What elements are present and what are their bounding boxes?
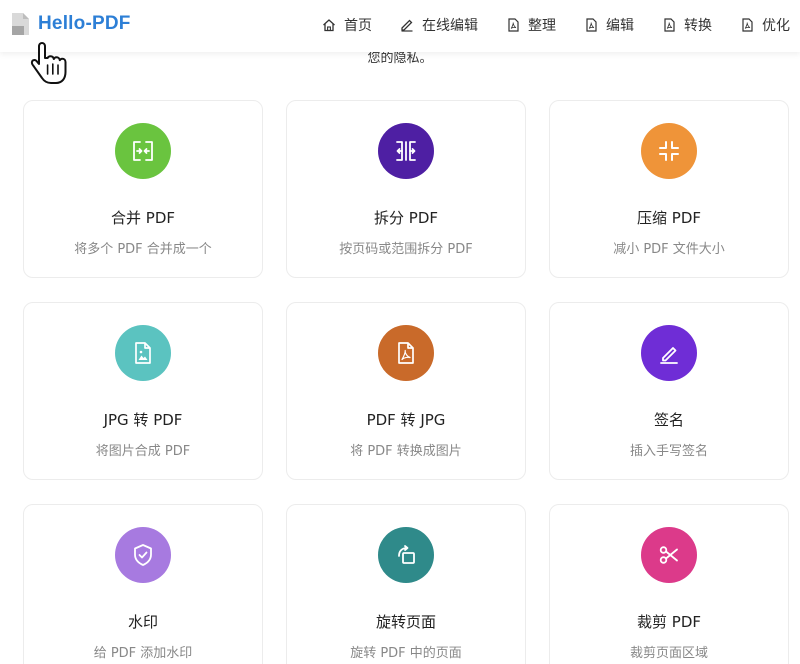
nav-item-label: 转换 <box>684 18 712 34</box>
hand-pointer-cursor-icon <box>30 40 70 86</box>
nav-item-label: 整理 <box>528 18 556 34</box>
nav-item-organize[interactable]: 整理 <box>506 15 556 35</box>
pdf-file-icon <box>740 18 754 32</box>
brand[interactable]: Hello-PDF <box>10 12 131 36</box>
tool-card-signature[interactable]: 签名 插入手写签名 <box>549 302 789 480</box>
image-file-icon <box>115 325 171 381</box>
signature-icon <box>641 325 697 381</box>
tool-title: 合并 PDF <box>111 209 175 227</box>
pdf-file-icon <box>662 18 676 32</box>
tool-title: JPG 转 PDF <box>103 411 183 429</box>
tool-card-merge[interactable]: 合并 PDF 将多个 PDF 合并成一个 <box>23 100 263 278</box>
tool-title: PDF 转 JPG <box>366 411 446 429</box>
pencil-icon <box>400 18 414 32</box>
tool-card-jpg-to-pdf[interactable]: JPG 转 PDF 将图片合成 PDF <box>23 302 263 480</box>
brand-name: Hello-PDF <box>38 13 131 34</box>
pdf-file-icon <box>378 325 434 381</box>
nav-item-label: 编辑 <box>606 18 634 34</box>
tool-card-compress[interactable]: 压缩 PDF 减小 PDF 文件大小 <box>549 100 789 278</box>
tool-description: 将 PDF 转换成图片 <box>350 444 462 459</box>
tool-description: 将多个 PDF 合并成一个 <box>74 242 212 257</box>
tool-card-split[interactable]: 拆分 PDF 按页码或范围拆分 PDF <box>286 100 526 278</box>
rotate-icon <box>378 527 434 583</box>
nav-item-online-edit[interactable]: 在线编辑 <box>400 15 478 35</box>
merge-icon <box>115 123 171 179</box>
tool-card-rotate[interactable]: 旋转页面 旋转 PDF 中的页面 <box>286 504 526 664</box>
shield-check-icon <box>115 527 171 583</box>
pdf-file-icon <box>584 18 598 32</box>
nav-item-home[interactable]: 首页 <box>322 15 372 35</box>
nav-item-label: 优化 <box>762 18 790 34</box>
tool-title: 拆分 PDF <box>374 209 438 227</box>
tool-card-watermark[interactable]: 水印 给 PDF 添加水印 <box>23 504 263 664</box>
tool-description: 按页码或范围拆分 PDF <box>339 242 473 257</box>
nav-item-edit[interactable]: 编辑 <box>584 15 634 35</box>
tool-card-crop[interactable]: 裁剪 PDF 裁剪页面区域 <box>549 504 789 664</box>
tool-description: 旋转 PDF 中的页面 <box>350 646 462 661</box>
nav-item-label: 在线编辑 <box>422 18 478 34</box>
nav-item-label: 首页 <box>344 18 372 34</box>
split-icon <box>378 123 434 179</box>
nav-item-optimize[interactable]: 优化 <box>740 15 790 35</box>
compress-icon <box>641 123 697 179</box>
main-nav: 首页 在线编辑 整理 编辑 转换 优化 <box>322 0 790 50</box>
tool-description: 插入手写签名 <box>629 444 708 459</box>
tool-description: 将图片合成 PDF <box>95 444 191 459</box>
pdf-file-icon <box>506 18 520 32</box>
tool-title: 裁剪 PDF <box>637 613 701 631</box>
home-icon <box>322 18 336 32</box>
tool-description: 减小 PDF 文件大小 <box>613 242 725 257</box>
top-navbar: Hello-PDF 首页 在线编辑 整理 编辑 转换 优化 <box>0 0 800 52</box>
tool-description: 给 PDF 添加水印 <box>93 646 193 661</box>
pdf-file-logo-icon <box>10 12 30 36</box>
tool-title: 压缩 PDF <box>637 209 701 227</box>
tool-title: 水印 <box>127 613 158 631</box>
scissors-icon <box>641 527 697 583</box>
tool-title: 签名 <box>653 411 684 429</box>
tool-title: 旋转页面 <box>375 613 436 631</box>
tool-description: 裁剪页面区域 <box>629 646 708 661</box>
nav-item-convert[interactable]: 转换 <box>662 15 712 35</box>
tool-card-pdf-to-jpg[interactable]: PDF 转 JPG 将 PDF 转换成图片 <box>286 302 526 480</box>
